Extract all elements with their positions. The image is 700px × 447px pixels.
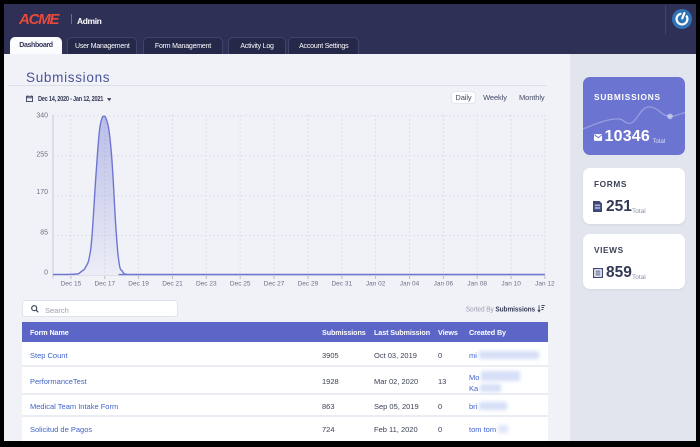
svg-text:170: 170 (36, 189, 48, 196)
svg-text:Dec 25: Dec 25 (230, 281, 251, 288)
svg-text:Jan 10: Jan 10 (501, 281, 521, 288)
svg-text:0: 0 (44, 270, 48, 277)
svg-text:255: 255 (36, 152, 48, 159)
svg-text:Jan 04: Jan 04 (400, 281, 420, 288)
svg-text:Dec 29: Dec 29 (298, 281, 319, 288)
svg-text:Jan 02: Jan 02 (366, 281, 386, 288)
svg-text:Dec 17: Dec 17 (94, 281, 115, 288)
svg-text:85: 85 (40, 229, 48, 236)
svg-text:Dec 23: Dec 23 (196, 281, 217, 288)
svg-text:Dec 15: Dec 15 (61, 281, 82, 288)
svg-text:Jan 12: Jan 12 (535, 281, 555, 288)
svg-text:Jan 06: Jan 06 (434, 281, 454, 288)
svg-text:340: 340 (36, 113, 48, 120)
svg-text:Dec 21: Dec 21 (162, 281, 183, 288)
svg-text:Dec 19: Dec 19 (128, 281, 149, 288)
svg-text:Dec 31: Dec 31 (331, 281, 352, 288)
svg-text:Dec 27: Dec 27 (264, 281, 285, 288)
svg-text:Jan 08: Jan 08 (467, 281, 487, 288)
